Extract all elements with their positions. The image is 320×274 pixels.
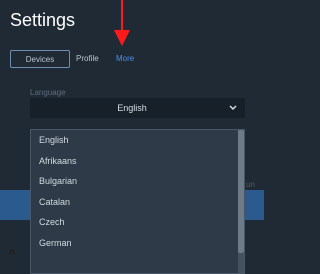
page-title: Settings	[10, 10, 76, 30]
chevron-down-icon	[229, 105, 237, 111]
dropdown-scrollbar[interactable]	[238, 130, 244, 273]
language-selected-value: English	[117, 103, 147, 113]
language-option-catalan[interactable]: Catalan	[31, 192, 244, 213]
tab-more[interactable]: More	[116, 50, 134, 68]
background-text: un	[246, 180, 255, 189]
tab-devices[interactable]: Devices	[10, 50, 70, 68]
tab-profile[interactable]: Profile	[76, 50, 99, 68]
language-option-afrikaans[interactable]: Afrikaans	[31, 151, 244, 172]
language-select[interactable]: English	[30, 98, 245, 118]
language-option-german[interactable]: German	[31, 233, 244, 254]
language-option-english[interactable]: English	[31, 130, 244, 151]
scrollbar-thumb[interactable]	[238, 130, 244, 253]
language-option-czech[interactable]: Czech	[31, 212, 244, 233]
red-arrow-icon	[114, 0, 130, 46]
background-letter: n	[9, 247, 16, 258]
language-dropdown: English Afrikaans Bulgarian Catalan Czec…	[30, 129, 245, 274]
language-option-bulgarian[interactable]: Bulgarian	[31, 171, 244, 192]
language-label: Language	[30, 88, 66, 97]
